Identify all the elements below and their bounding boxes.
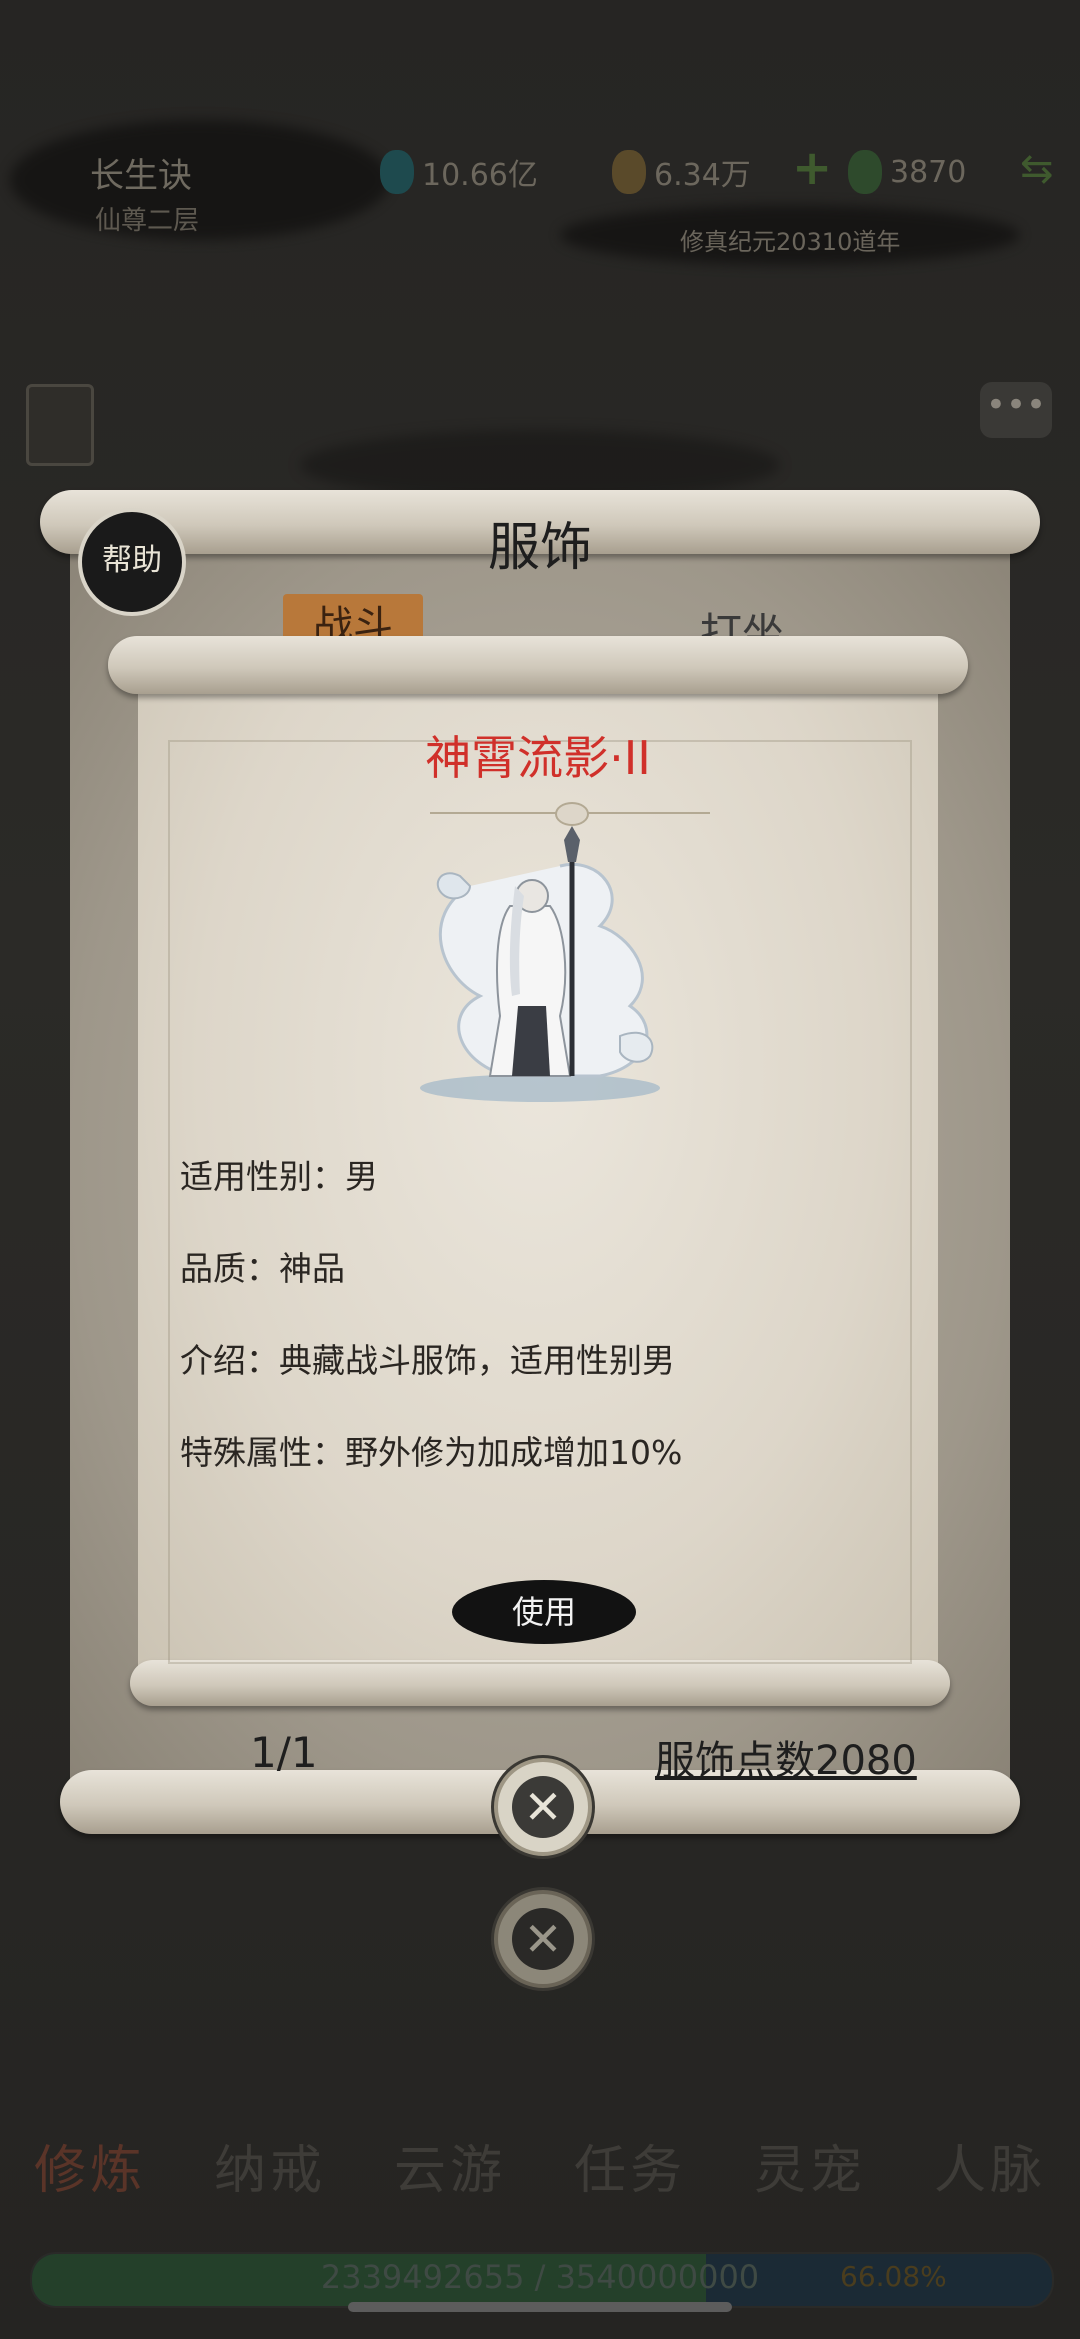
costume-illustration [420, 826, 660, 1102]
jade-value: 3870 [890, 154, 967, 190]
gold-counter: 6.34万 [612, 150, 751, 194]
nav-item-pets[interactable]: 灵宠 [754, 2128, 866, 2201]
use-button[interactable]: 使用 [452, 1580, 636, 1644]
detail-scroll-bottom-roller [130, 1660, 950, 1706]
nav-item-contacts[interactable]: 人脉 [934, 2128, 1046, 2201]
costume-points-link[interactable]: 服饰点数2080 [655, 1728, 917, 1786]
nav-item-tasks[interactable]: 任务 [574, 2128, 686, 2201]
nav-item-travel[interactable]: 云游 [394, 2128, 506, 2201]
swap-arrows-icon[interactable]: ⇆ [1020, 146, 1054, 192]
item-intro: 介绍：典藏战斗服饰，适用性别男 [180, 1341, 675, 1380]
detail-scroll-top-roller [108, 636, 968, 694]
page-indicator: 1/1 [250, 1728, 318, 1777]
item-quality: 品质：神品 [180, 1249, 345, 1288]
close-icon: ✕ [512, 1908, 574, 1970]
jade-counter: 3870 [848, 150, 966, 194]
spirit-stone-icon [380, 150, 414, 194]
item-special-attribute: 特殊属性：野外修为加成增加10% [180, 1433, 683, 1472]
gold-icon [612, 150, 646, 194]
chat-bubble-icon[interactable]: ••• [980, 382, 1052, 438]
add-currency-button[interactable]: + [792, 140, 832, 196]
item-gender: 适用性别：男 [180, 1157, 378, 1196]
item-name: 神霄流影·II [425, 731, 651, 785]
realm-level: 仙尊二层 [95, 206, 200, 236]
spirit-stone-value: 10.66亿 [422, 158, 538, 193]
gold-value: 6.34万 [654, 158, 751, 193]
era-year: 修真纪元20310道年 [680, 228, 901, 256]
bottom-nav: 修炼 纳戒 云游 任务 灵宠 人脉 [0, 2128, 1080, 2201]
close-detail-button[interactable]: ✕ [494, 1758, 592, 1856]
cultivation-progress-percent: 66.08% [840, 2260, 947, 2293]
spirit-stone-counter: 10.66亿 [380, 150, 538, 194]
nav-item-cultivate[interactable]: 修炼 [34, 2128, 146, 2201]
divider-ornament [555, 802, 589, 826]
close-panel-button[interactable]: ✕ [494, 1890, 592, 1988]
close-icon: ✕ [512, 1776, 574, 1838]
home-indicator[interactable] [348, 2302, 732, 2312]
game-title: 长生诀 [90, 156, 192, 196]
ink-brush-decoration [10, 120, 390, 240]
nav-item-ring[interactable]: 纳戒 [214, 2128, 326, 2201]
scroll-menu-icon[interactable] [26, 384, 94, 466]
help-button[interactable]: 帮助 [78, 508, 186, 616]
jade-icon [848, 150, 882, 194]
